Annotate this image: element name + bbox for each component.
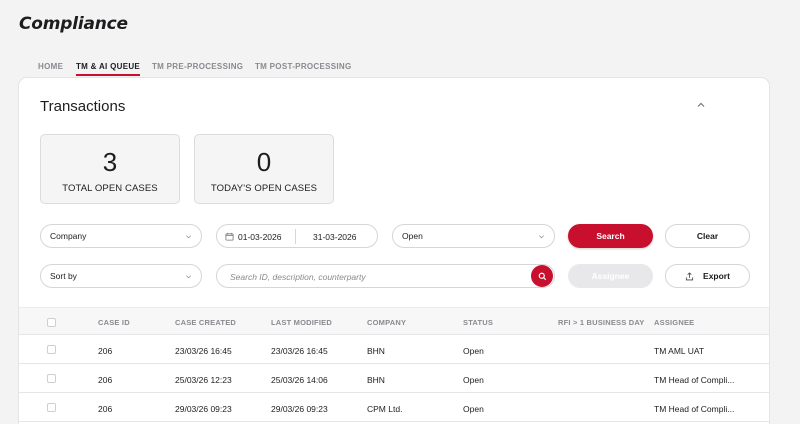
stat-total-open-cases: 3 TOTAL OPEN CASES — [40, 134, 180, 204]
search-input[interactable] — [230, 270, 520, 284]
status-select-value: Open — [402, 231, 423, 241]
column-header-case-created[interactable]: CASE CREATED — [175, 318, 236, 327]
cell-case-created: 29/03/26 09:23 — [175, 404, 232, 414]
transactions-panel: Transactions 3 TOTAL OPEN CASES 0 TODAY'… — [18, 77, 770, 424]
tab-tm-ai-queue[interactable]: TM & AI QUEUE — [76, 62, 141, 78]
date-to[interactable]: 31-03-2026 — [313, 232, 356, 242]
tab-tm-post-processing[interactable]: TM POST-PROCESSING — [255, 62, 352, 78]
tab-home[interactable]: HOME — [38, 62, 63, 78]
export-label: Export — [703, 271, 730, 281]
table-row[interactable]: 206 29/03/26 09:23 29/03/26 09:23 CPM Lt… — [19, 393, 769, 422]
cell-status: Open — [463, 404, 484, 414]
panel-title: Transactions — [40, 98, 126, 115]
cell-company: BHN — [367, 375, 385, 385]
cell-company: BHN — [367, 346, 385, 356]
stat-label: TOTAL OPEN CASES — [62, 183, 158, 194]
cell-status: Open — [463, 375, 484, 385]
stat-value: 3 — [102, 147, 118, 177]
company-select-value: Company — [50, 231, 87, 241]
cell-case-id: 206 — [98, 375, 113, 385]
date-from[interactable]: 01-03-2026 — [238, 232, 281, 242]
cell-case-id: 206 — [98, 346, 113, 356]
cell-status: Open — [463, 346, 484, 356]
cell-last-modified: 23/03/26 16:45 — [271, 346, 328, 356]
search-button[interactable]: Search — [568, 224, 653, 248]
row-checkbox[interactable] — [47, 403, 56, 412]
cell-last-modified: 29/03/26 09:23 — [271, 404, 328, 414]
calendar-icon — [225, 232, 234, 241]
row-checkbox[interactable] — [47, 374, 56, 383]
cell-case-id: 206 — [98, 404, 113, 414]
chevron-down-icon — [186, 275, 191, 279]
chevron-down-icon — [186, 235, 191, 239]
select-all-checkbox[interactable] — [47, 318, 56, 327]
column-header-last-modified[interactable]: LAST MODIFIED — [271, 318, 332, 327]
tab-tm-pre-processing[interactable]: TM PRE-PROCESSING — [152, 62, 243, 78]
row-checkbox[interactable] — [47, 345, 56, 354]
cell-case-created: 23/03/26 16:45 — [175, 346, 232, 356]
stat-value: 0 — [256, 147, 272, 177]
assignee-button[interactable]: Assignee — [568, 264, 653, 288]
app-title: Compliance — [19, 14, 128, 34]
table-row[interactable]: 206 23/03/26 16:45 23/03/26 16:45 BHN Op… — [19, 335, 769, 364]
export-button[interactable]: Export — [665, 264, 750, 288]
column-header-status[interactable]: STATUS — [463, 318, 493, 327]
search-icon — [538, 272, 546, 280]
cell-assignee: TM Head of Compli... — [654, 375, 735, 385]
table-row[interactable]: 206 25/03/26 12:23 25/03/26 14:06 BHN Op… — [19, 364, 769, 393]
cell-assignee: TM Head of Compli... — [654, 404, 735, 414]
table-header: CASE ID CASE CREATED LAST MODIFIED COMPA… — [19, 307, 769, 335]
chevron-down-icon — [539, 235, 544, 239]
company-select[interactable]: Company — [40, 224, 202, 248]
status-select[interactable]: Open — [392, 224, 555, 248]
export-icon — [685, 271, 694, 280]
column-header-rfi[interactable]: RFI > 1 BUSINESS DAY — [558, 318, 644, 327]
date-divider — [295, 229, 296, 244]
sort-by-select[interactable]: Sort by — [40, 264, 202, 288]
sort-by-value: Sort by — [50, 271, 77, 281]
stat-label: TODAY'S OPEN CASES — [210, 183, 318, 194]
search-field[interactable] — [216, 264, 555, 288]
column-header-assignee[interactable]: ASSIGNEE — [654, 318, 694, 327]
cell-case-created: 25/03/26 12:23 — [175, 375, 232, 385]
date-range-picker[interactable]: 01-03-2026 31-03-2026 — [216, 224, 378, 248]
chevron-up-icon[interactable] — [696, 100, 706, 110]
column-header-company[interactable]: COMPANY — [367, 318, 406, 327]
cell-company: CPM Ltd. — [367, 404, 403, 414]
cell-last-modified: 25/03/26 14:06 — [271, 375, 328, 385]
stat-todays-open-cases: 0 TODAY'S OPEN CASES — [194, 134, 334, 204]
clear-button[interactable]: Clear — [665, 224, 750, 248]
cell-assignee: TM AML UAT — [654, 346, 705, 356]
search-submit-button[interactable] — [531, 265, 553, 287]
column-header-case-id[interactable]: CASE ID — [98, 318, 130, 327]
